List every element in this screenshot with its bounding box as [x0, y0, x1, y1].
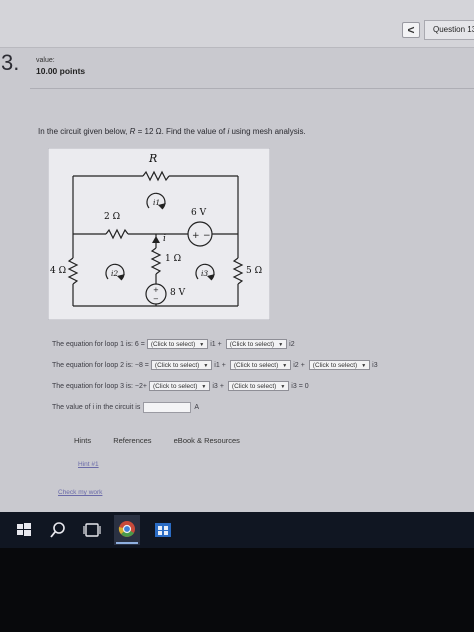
source-8v-label: 8 V: [170, 288, 186, 298]
loop1-coef2-select[interactable]: (Click to select) ▼: [225, 339, 288, 349]
loop3-equation: The equation for loop 3 is: −2+ (Click t…: [52, 381, 309, 391]
loop2-coef2-select[interactable]: (Click to select) ▼: [229, 360, 292, 370]
resistor-5ohm-label: 5 Ω: [246, 266, 263, 276]
hint-link[interactable]: Hint #1: [78, 461, 99, 468]
previous-question-button[interactable]: <: [402, 22, 420, 38]
monitor-bezel: [0, 548, 474, 632]
chrome-icon[interactable]: [114, 515, 140, 545]
question-tab[interactable]: Question 13: [424, 20, 474, 40]
source-6v-label: 6 V: [191, 208, 207, 218]
store-icon[interactable]: [150, 518, 176, 542]
check-my-work-link[interactable]: Check my work: [58, 489, 102, 496]
current-i-label: i: [163, 234, 166, 244]
resource-tabs: Hints References eBook & Resources: [74, 436, 240, 445]
search-icon[interactable]: [46, 518, 70, 542]
loop1-coef1-select[interactable]: (Click to select) ▼: [146, 339, 209, 349]
question-prompt: In the circuit given below, R = 12 Ω. Fi…: [38, 127, 306, 136]
mesh-current-i2-label: i2: [111, 269, 119, 278]
loop3-coef1-select[interactable]: (Click to select) ▼: [148, 381, 211, 391]
resistor-4ohm-label: 4 Ω: [50, 266, 67, 276]
loop2-equation: The equation for loop 2 is: −8 = (Click …: [52, 360, 378, 370]
divider: [30, 88, 474, 89]
mesh-current-i1-label: i1: [153, 198, 161, 207]
resistor-2ohm-label: 2 Ω: [104, 212, 121, 222]
points-value: 10.00 points: [36, 66, 86, 76]
loop3-coef2-select[interactable]: (Click to select) ▼: [227, 381, 290, 391]
question-number: 3.: [1, 50, 20, 75]
svg-text:+: +: [153, 286, 159, 294]
browser-content: < Question 13 3. value: 10.00 points In …: [0, 0, 474, 512]
hints-tab[interactable]: Hints: [74, 436, 91, 445]
resistor-1ohm-label: 1 Ω: [165, 254, 182, 264]
loop1-equation: The equation for loop 1 is: 6 = (Click t…: [52, 339, 295, 349]
references-tab[interactable]: References: [113, 436, 151, 445]
loop2-coef1-select[interactable]: (Click to select) ▼: [150, 360, 213, 370]
answer-input[interactable]: [143, 402, 192, 413]
loop2-coef3-select[interactable]: (Click to select) ▼: [308, 360, 371, 370]
windows-icon[interactable]: [12, 518, 36, 542]
svg-text:−: −: [153, 295, 159, 303]
circuit-schematic: + − + −: [48, 148, 270, 320]
task-view-icon[interactable]: [80, 518, 104, 542]
windows-taskbar: [0, 512, 474, 548]
ebook-resources-tab[interactable]: eBook & Resources: [174, 436, 240, 445]
mesh-current-i3-label: i3: [201, 269, 209, 278]
resistor-r-label: R: [149, 152, 158, 165]
svg-text:+: +: [192, 231, 200, 241]
svg-text:−: −: [203, 231, 211, 241]
value-label: value:: [36, 57, 55, 64]
answer-row: The value of i in the circuit is A: [52, 402, 199, 413]
assignment-header: < Question 13: [0, 0, 474, 48]
circuit-diagram: + − + − R 2 Ω 1 Ω 4 Ω 5 Ω 6 V 8 V i i1 i…: [48, 148, 270, 320]
